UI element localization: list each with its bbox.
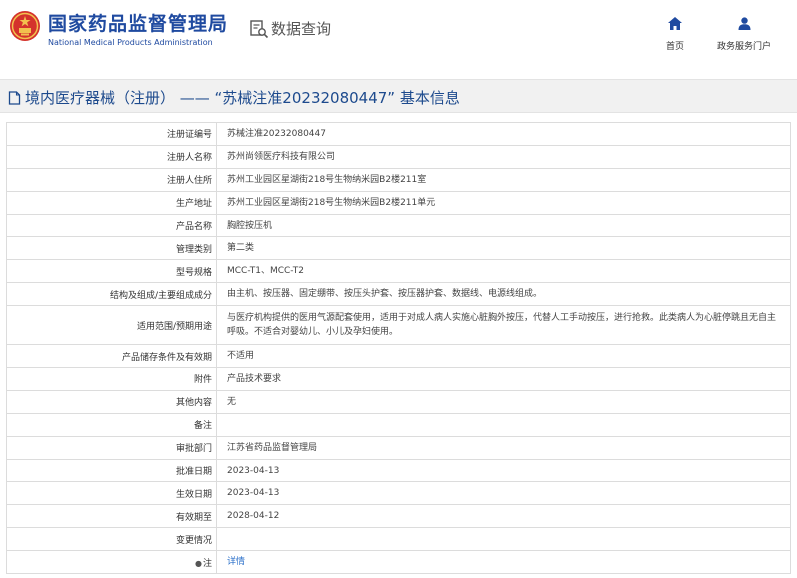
field-label: 结构及组成/主要组成成分 (6, 282, 217, 307)
table-row: 备注 (6, 412, 791, 437)
field-value (216, 527, 791, 552)
table-row: 有效期至 2028-04-12 (6, 504, 791, 529)
nav-portal-label: 政务服务门户 (716, 42, 771, 52)
nav-home-label: 首页 (665, 42, 684, 52)
field-value: 苏州工业园区星湖街218号生物纳米园B2楼211室 (216, 167, 791, 192)
page-title: 境内医疗器械（注册） —— “苏械注准20232080447” 基本信息 (8, 87, 460, 108)
table-row: 产品储存条件及有效期 不适用 (6, 344, 791, 369)
document-icon (8, 90, 21, 105)
field-label: 审批部门 (6, 435, 217, 460)
field-value: 不适用 (216, 344, 791, 369)
field-value: 由主机、按压器、固定绷带、按压头护套、按压器护套、数据线、电源线组成。 (216, 282, 791, 307)
field-label: 有效期至 (6, 504, 217, 529)
home-icon (668, 17, 682, 30)
field-value: 产品技术要求 (216, 367, 791, 391)
table-row: 其他内容无 (6, 389, 791, 414)
field-label: 生效日期 (6, 481, 217, 506)
field-value: 无 (216, 389, 791, 414)
table-row: 生效日期 2023-04-13 (6, 481, 791, 506)
field-value: 苏械注准20232080447 (216, 122, 791, 146)
field-label: 管理类别 (6, 236, 217, 261)
nav-service-portal[interactable]: 政务服务门户 (712, 17, 776, 52)
field-label: 附件 (6, 367, 217, 391)
field-label: 生产地址 (6, 190, 217, 215)
user-icon (738, 17, 750, 30)
note-value-cell: 详情 (216, 550, 791, 575)
field-value: 苏州尚领医疗科技有限公司 (216, 144, 791, 169)
table-row: 生产地址 苏州工业园区星湖街218号生物纳米园B2楼211单元 (6, 190, 791, 215)
field-label: 产品储存条件及有效期 (6, 344, 217, 369)
field-value: 第二类 (216, 236, 791, 261)
page-title-text: 境内医疗器械（注册） —— “苏械注准20232080447” 基本信息 (25, 89, 460, 107)
table-row: 附件 产品技术要求 (6, 367, 791, 391)
table-row: 批准日期 2023-04-13 (6, 458, 791, 483)
national-emblem-icon (10, 11, 40, 41)
field-label: 注册人名称 (6, 144, 217, 169)
field-label: 变更情况 (6, 527, 217, 552)
field-value: 苏州工业园区星湖街218号生物纳米园B2楼211单元 (216, 190, 791, 215)
table-row: 型号规格 MCC-T1、MCC-T2 (6, 259, 791, 284)
field-value: 与医疗机构提供的医用气源配套使用，适用于对成人病人实施心脏胸外按压，代替人工手动… (216, 305, 791, 346)
field-label: 批准日期 (6, 458, 217, 483)
registration-info-table: 注册证编号 苏械注准20232080447 注册人名称 苏州尚领医疗科技有限公司 注… (6, 122, 791, 575)
field-value: 江苏省药品监督管理局 (216, 435, 791, 460)
field-label: 注册证编号 (6, 122, 217, 146)
field-value: MCC-T1、MCC-T2 (216, 259, 791, 284)
field-value (216, 412, 791, 437)
title-band: 境内医疗器械（注册） —— “苏械注准20232080447” 基本信息 (0, 79, 797, 113)
field-label: 注册人住所 (6, 167, 217, 192)
data-query-heading: 数据查询 (249, 18, 331, 39)
field-label: 注 (202, 558, 212, 569)
field-label: 产品名称 (6, 213, 217, 238)
table-row: 注册人住所 苏州工业园区星湖街218号生物纳米园B2楼211室 (6, 167, 791, 192)
site-logo-subtitle: National Medical Products Administration (48, 38, 213, 47)
table-row: 管理类别 第二类 (6, 236, 791, 261)
field-label: 型号规格 (6, 259, 217, 284)
table-row: 结构及组成/主要组成成分 由主机、按压器、固定绷带、按压头护套、按压器护套、数据线… (6, 282, 791, 307)
table-row: 注册证编号 苏械注准20232080447 (6, 122, 791, 146)
field-value: 2023-04-13 (216, 481, 791, 506)
table-row: ●注 详情 (6, 550, 791, 575)
details-link[interactable]: 详情 (227, 557, 245, 567)
table-row: 适用范围/预期用途 与医疗机构提供的医用气源配套使用，适用于对成人病人实施心脏胸外… (6, 305, 791, 346)
marker-icon: ● (195, 558, 202, 568)
field-label: 适用范围/预期用途 (6, 305, 217, 346)
table-row: 注册人名称 苏州尚领医疗科技有限公司 (6, 144, 791, 169)
field-value: 2023-04-13 (216, 458, 791, 483)
field-value: 2028-04-12 (216, 504, 791, 529)
table-row: 产品名称 胸腔按压机 (6, 213, 791, 238)
field-label: 备注 (6, 412, 217, 437)
field-value: 胸腔按压机 (216, 213, 791, 238)
site-header: 国家药品监督管理局 National Medical Products Admi… (0, 0, 797, 66)
nav-home[interactable]: 首页 (660, 17, 690, 52)
note-label-cell: ●注 (6, 550, 217, 575)
site-logo-title[interactable]: 国家药品监督管理局 (48, 9, 228, 36)
data-query-title: 数据查询 (271, 20, 332, 38)
table-row: 变更情况 (6, 527, 791, 552)
table-row: 审批部门 江苏省药品监督管理局 (6, 435, 791, 460)
document-search-icon (250, 19, 269, 38)
field-label: 其他内容 (6, 389, 217, 414)
